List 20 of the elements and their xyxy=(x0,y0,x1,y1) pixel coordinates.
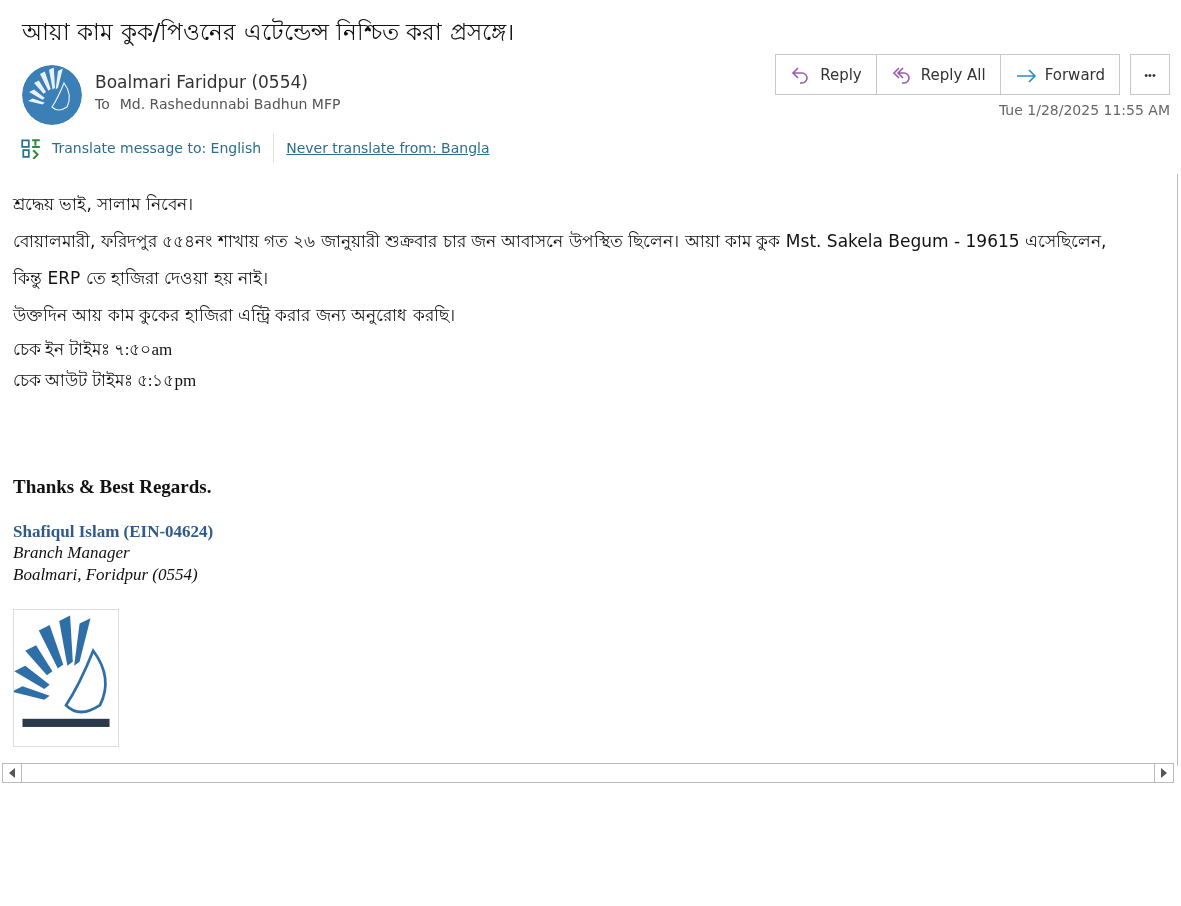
signature-name: Shafiqul Islam (EIN-04624) xyxy=(13,522,215,542)
recipient-name[interactable]: Md. Rashedunnabi Badhun MFP xyxy=(119,96,341,112)
body-text: কিন্তু ERP তে হাজিরা দেওয়া হয় নাই। xyxy=(13,267,270,291)
closing-text: Thanks & Best Regards. xyxy=(13,476,213,498)
job-title: Branch Manager xyxy=(13,542,131,564)
branch-name: Boalmari, Foridpur (0554) xyxy=(13,564,199,586)
vertical-scrollbar[interactable] xyxy=(1177,174,1181,766)
never-translate-link[interactable]: Never translate from: Bangla xyxy=(286,140,490,156)
email-subject: আয়া কাম কুক/পিওনের এটেন্ডেন্স নিশ্চিত করা প্রসঙ্গে। xyxy=(20,17,515,48)
translate-link[interactable]: Translate message to: English xyxy=(52,140,262,156)
horizontal-scrollbar[interactable] xyxy=(2,763,1174,783)
more-actions-button[interactable]: ••• xyxy=(1130,54,1170,95)
to-label: To xyxy=(95,96,110,112)
body-text: চেক আউট টাইমঃ ৫:১৫pm xyxy=(13,369,198,392)
sender-name[interactable]: Boalmari Faridpur (0554) xyxy=(95,72,341,92)
body-text: বোয়ালমারী, ফরিদপুর ৫৫৪নং শাখায় গত ২৬ জানুয়ারী শুক্রবার চার জন আবাসনে উপস্থিত ছিলেন। আয়া কাম কুক Mst. Sakela Begum - 19615 এসেছিলেন, xyxy=(13,230,1108,253)
body-text: চেক ইন টাইমঃ ৭:৫০am xyxy=(13,338,174,361)
body-text: শ্রদ্ধেয় ভাই, সালাম নিবেন। xyxy=(13,193,194,216)
body-text: উক্তদিন আয় কাম কুকের হাজিরা এন্ট্রি করার জন্য অনুরোধ করছি। xyxy=(13,304,456,327)
received-date: Tue 1/28/2025 11:55 AM xyxy=(998,102,1170,118)
